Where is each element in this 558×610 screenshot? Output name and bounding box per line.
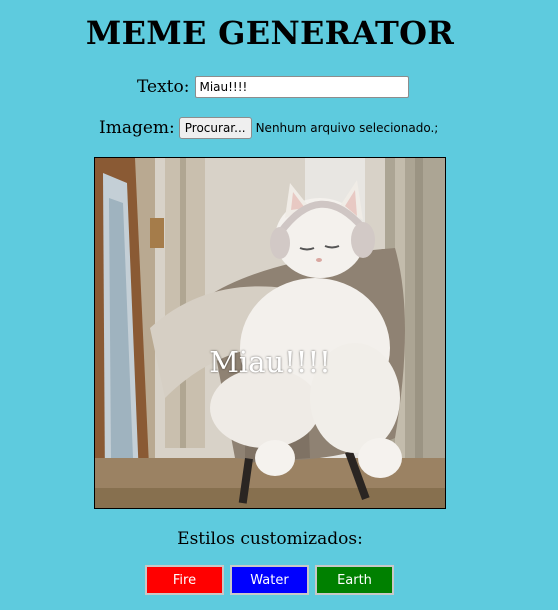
image-label: Imagem:	[99, 118, 175, 138]
image-field-row: Imagem: Procurar... Nenhum arquivo selec…	[99, 117, 438, 139]
styles-label: Estilos customizados:	[177, 529, 363, 549]
meme-caption: Miau!!!!	[209, 345, 331, 379]
file-status-text: Nenhum arquivo selecionado.;	[255, 121, 439, 135]
style-buttons: Fire Water Earth	[145, 565, 394, 595]
text-field-row: Texto:	[137, 76, 410, 98]
earth-style-button[interactable]: Earth	[315, 565, 394, 595]
browse-file-button[interactable]: Procurar...	[178, 117, 252, 139]
meme-image	[95, 158, 445, 508]
fire-style-button[interactable]: Fire	[145, 565, 224, 595]
meme-preview: Miau!!!!	[94, 157, 446, 509]
text-label: Texto:	[137, 77, 190, 97]
page-title: MEME GENERATOR	[85, 14, 455, 52]
water-style-button[interactable]: Water	[230, 565, 309, 595]
meme-text-input[interactable]	[195, 76, 410, 98]
